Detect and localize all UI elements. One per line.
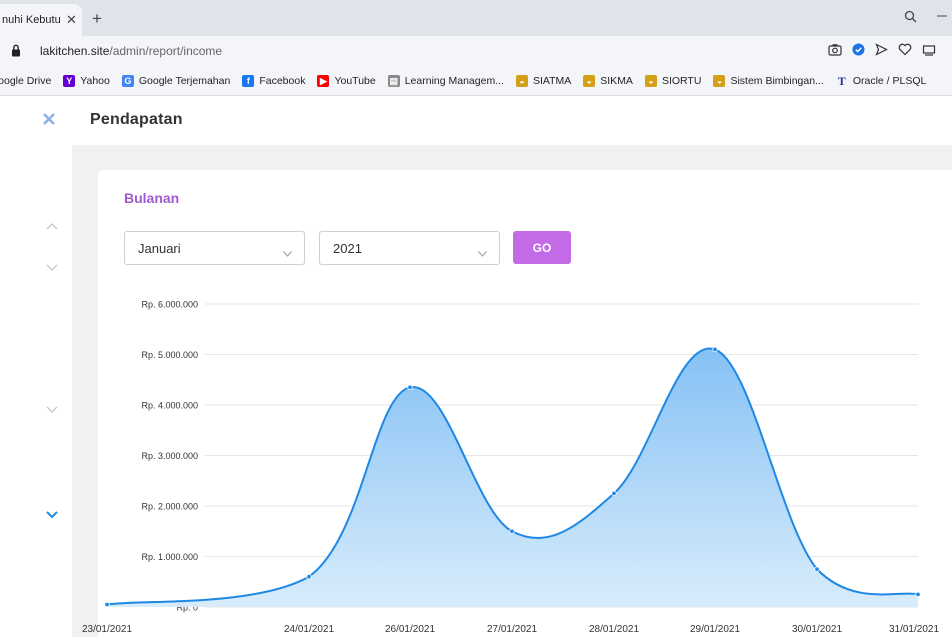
youtube-icon: ▶ <box>317 74 330 87</box>
bookmark-label: Facebook <box>259 74 306 87</box>
lms-icon: ▤ <box>387 74 400 87</box>
x-tick-label: 29/01/2021 <box>690 624 740 635</box>
x-tick-label: 23/01/2021 <box>82 624 132 635</box>
y-tick-label: Rp. 6.000.000 <box>141 300 198 310</box>
data-point[interactable] <box>611 490 617 497</box>
heart-icon[interactable] <box>898 43 912 59</box>
x-axis-ticks: 23/01/2021 24/01/2021 26/01/2021 27/01/2021… <box>82 624 939 635</box>
data-point[interactable] <box>712 346 718 353</box>
bookmark-item[interactable]: Y Yahoo <box>63 74 110 87</box>
y-axis-ticks: Rp. 0Rp. 1.000.000Rp. 2.000.000Rp. 3.000… <box>141 300 198 613</box>
chart-area <box>107 348 918 607</box>
siatma-icon: ◒ <box>515 74 528 87</box>
bookmark-label: SIATMA <box>532 74 572 87</box>
url-domain: lakitchen.site <box>40 44 110 58</box>
y-tick-label: Rp. 5.000.000 <box>141 350 198 360</box>
bookmark-label: YouTube <box>334 74 376 87</box>
bookmark-label: Oracle / PLSQL <box>852 74 927 87</box>
translate-icon: G <box>121 74 134 87</box>
data-point[interactable] <box>407 384 413 391</box>
bookmark-item[interactable]: T Oracle / PLSQL <box>836 75 927 87</box>
x-tick-label: 30/01/2021 <box>792 624 842 635</box>
x-tick-label: 27/01/2021 <box>487 624 537 635</box>
bookmark-label: Google Drive <box>0 74 52 87</box>
bookmark-item[interactable]: Google Drive <box>0 75 51 87</box>
oracle-icon: T <box>837 73 846 88</box>
tab-close-icon[interactable]: ✕ <box>66 12 77 28</box>
siortu-icon: ◒ <box>644 74 657 87</box>
new-tab-button[interactable]: + <box>92 9 102 29</box>
bookmark-label: SIKMA <box>600 74 633 87</box>
lock-icon[interactable] <box>11 44 21 57</box>
bookmark-item[interactable]: ▤ Learning Managem... <box>387 74 504 87</box>
income-chart: Rp. 0Rp. 1.000.000Rp. 2.000.000Rp. 3.000… <box>82 300 939 636</box>
bimbingan-icon: ◒ <box>713 74 726 87</box>
y-tick-label: Rp. 2.000.000 <box>141 502 198 512</box>
bookmark-item[interactable]: G Google Terjemahan <box>121 74 231 87</box>
x-tick-label: 31/01/2021 <box>889 624 939 635</box>
bookmarks-bar: Google Drive Y Yahoo G Google Terjemahan f Fac… <box>0 66 952 96</box>
data-point[interactable] <box>814 566 820 572</box>
send-icon[interactable] <box>875 43 888 59</box>
yahoo-icon: Y <box>63 74 76 87</box>
y-tick-label: Rp. 3.000.000 <box>141 451 198 461</box>
bookmark-item[interactable]: ◒ Sistem Bimbingan... <box>713 74 824 87</box>
address-bar[interactable]: lakitchen.site/admin/report/income <box>0 36 952 66</box>
bookmark-label: Google Terjemahan <box>138 74 231 87</box>
bookmark-item[interactable]: ◒ SIKMA <box>583 74 633 87</box>
x-tick-label: 28/01/2021 <box>589 624 639 635</box>
browser-tab[interactable]: nuhi Kebutu ✕ <box>0 4 82 36</box>
tab-title: nuhi Kebutu <box>2 14 61 26</box>
bookmark-item[interactable]: ▶ YouTube <box>317 74 376 87</box>
tabs-icon[interactable] <box>922 43 936 59</box>
data-point[interactable] <box>915 591 921 598</box>
camera-icon[interactable] <box>828 43 842 59</box>
bookmark-item[interactable]: f Facebook <box>242 74 306 87</box>
address-bar-actions <box>828 43 936 59</box>
bookmark-item[interactable]: ◒ SIORTU <box>644 74 702 87</box>
url-text[interactable]: lakitchen.site/admin/report/income <box>40 44 222 58</box>
browser-tab-bar: nuhi Kebutu ✕ + <box>0 0 952 36</box>
data-point[interactable] <box>306 574 312 580</box>
bookmark-label: Sistem Bimbingan... <box>730 74 824 87</box>
data-point[interactable] <box>509 528 515 534</box>
bookmark-label: Learning Managem... <box>404 74 504 87</box>
bookmark-label: Yahoo <box>80 74 110 87</box>
y-tick-label: Rp. 4.000.000 <box>141 401 198 411</box>
y-tick-label: Rp. 1.000.000 <box>141 552 198 562</box>
admin-page: Pendapatan Bulanan Januari 2021 GO Rp. 0… <box>0 97 952 640</box>
x-tick-label: 24/01/2021 <box>284 624 334 635</box>
bookmark-item[interactable]: ◒ SIATMA <box>515 74 572 87</box>
x-tick-label: 26/01/2021 <box>385 624 435 635</box>
data-point[interactable] <box>104 601 110 608</box>
url-path: /admin/report/income <box>109 44 223 58</box>
tab-search-icon[interactable] <box>904 10 917 26</box>
minimize-icon[interactable] <box>936 4 948 21</box>
shield-icon[interactable] <box>852 43 865 59</box>
bookmark-label: SIORTU <box>661 74 702 87</box>
sikma-icon: ◒ <box>583 74 596 87</box>
facebook-icon: f <box>242 74 255 87</box>
